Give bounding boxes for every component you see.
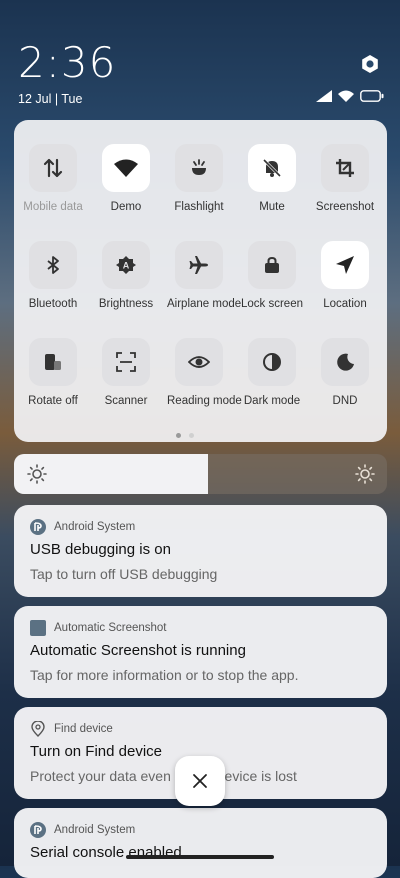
notification-app-name: Find device <box>54 723 113 735</box>
notification-body: Tap for more information or to stop the … <box>30 667 299 683</box>
tile-label: Dark mode <box>243 395 301 407</box>
mute-bell-icon <box>248 144 296 192</box>
tile-label: DND <box>332 395 358 407</box>
notification-app: Android System <box>30 519 135 535</box>
notification-body: Protect your data even if your device is… <box>30 768 297 784</box>
tile-label: Bluetooth <box>28 298 78 310</box>
notification-app: Find device <box>30 721 113 737</box>
brightness-high-icon <box>355 464 375 484</box>
home-indicator[interactable] <box>126 855 274 859</box>
close-icon <box>193 774 207 788</box>
quick-settings-panel: Mobile data Demo Flashlight Mute Screens… <box>14 120 387 442</box>
eye-icon <box>175 338 223 386</box>
tile-label: Flashlight <box>174 201 224 213</box>
dark-mode-icon <box>248 338 296 386</box>
moon-icon <box>321 338 369 386</box>
page-dot <box>189 433 194 438</box>
clock: 2:36 <box>18 38 117 87</box>
tile-demo[interactable]: Demo <box>94 144 158 213</box>
tile-label: Mobile data <box>23 201 83 213</box>
tile-label: Location <box>323 298 367 310</box>
notification-body: Tap to turn off USB debugging <box>30 566 218 582</box>
wifi-status-icon <box>338 90 354 102</box>
tile-screenshot[interactable]: Screenshot <box>313 144 377 213</box>
tile-label: Scanner <box>104 395 148 407</box>
tile-flashlight[interactable]: Flashlight <box>167 144 231 213</box>
tile-lock-screen[interactable]: Lock screen <box>240 241 304 310</box>
battery-icon <box>360 90 384 102</box>
airplane-icon <box>175 241 223 289</box>
android-system-icon <box>30 519 46 535</box>
notification-title: Turn on Find device <box>30 743 163 760</box>
notification-usb-debugging[interactable]: Android System USB debugging is on Tap t… <box>14 505 387 597</box>
find-device-pin-icon <box>31 721 45 737</box>
tile-location[interactable]: Location <box>313 241 377 310</box>
clear-notifications-button[interactable] <box>175 756 225 806</box>
tile-scanner[interactable]: Scanner <box>94 338 158 407</box>
tile-label: Screenshot <box>315 201 375 213</box>
brightness-low-icon <box>27 464 47 484</box>
scanner-icon <box>102 338 150 386</box>
tile-label: Mute <box>259 201 285 213</box>
tile-label: Brightness <box>98 298 154 310</box>
rotate-icon <box>29 338 77 386</box>
cell-signal-icon <box>316 90 332 102</box>
bluetooth-icon <box>29 241 77 289</box>
tile-dark-mode[interactable]: Dark mode <box>240 338 304 407</box>
notification-app: Android System <box>30 822 135 838</box>
flashlight-icon <box>175 144 223 192</box>
tile-bluetooth[interactable]: Bluetooth <box>21 241 85 310</box>
tile-label: Airplane mode <box>167 298 242 310</box>
page-dot-active <box>176 433 181 438</box>
notification-app-name: Android System <box>54 521 136 533</box>
settings-gear-icon[interactable] <box>360 54 380 74</box>
notification-title: USB debugging is on <box>30 541 171 558</box>
tile-mobile-data[interactable]: Mobile data <box>21 144 85 213</box>
location-icon <box>321 241 369 289</box>
tile-reading-mode[interactable]: Reading mode <box>167 338 242 407</box>
automatic-screenshot-icon <box>30 620 46 636</box>
page-indicator <box>176 433 194 438</box>
notification-serial-console[interactable]: Android System Serial console enabled <box>14 808 387 878</box>
tile-dnd[interactable]: DND <box>313 338 377 407</box>
wifi-icon <box>102 144 150 192</box>
screenshot-crop-icon <box>321 144 369 192</box>
mobile-data-icon <box>29 144 77 192</box>
tile-mute[interactable]: Mute <box>240 144 304 213</box>
tile-label: Lock screen <box>240 298 303 310</box>
android-system-icon <box>30 822 46 838</box>
lock-screen-icon <box>248 241 296 289</box>
tile-label: Demo <box>110 201 142 213</box>
notification-app-name: Automatic Screenshot <box>54 622 167 634</box>
tile-brightness[interactable]: A Brightness <box>94 241 158 310</box>
status-icons <box>316 90 384 102</box>
brightness-slider[interactable] <box>14 454 387 494</box>
notification-automatic-screenshot[interactable]: Automatic Screenshot Automatic Screensho… <box>14 606 387 698</box>
notification-title: Automatic Screenshot is running <box>30 642 246 659</box>
tile-label: Rotate off <box>28 395 78 407</box>
notification-app-name: Android System <box>54 824 136 836</box>
tile-label: Reading mode <box>167 395 242 407</box>
svg-text:A: A <box>123 261 130 271</box>
tile-airplane-mode[interactable]: Airplane mode <box>167 241 242 310</box>
notification-app: Automatic Screenshot <box>30 620 167 636</box>
date: 12 Jul | Tue <box>18 92 83 106</box>
auto-brightness-icon: A <box>102 241 150 289</box>
tile-rotate-off[interactable]: Rotate off <box>21 338 85 407</box>
